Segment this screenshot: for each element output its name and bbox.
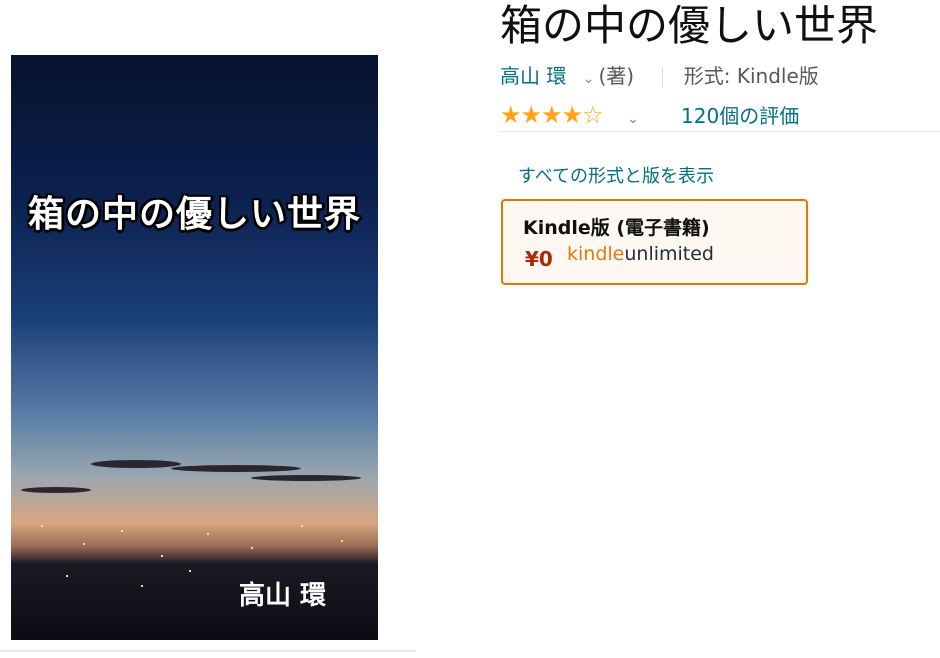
- byline-divider: [662, 67, 664, 88]
- cover-cloud: [251, 475, 361, 481]
- city-light: [251, 547, 253, 549]
- ku-unlimited-text: unlimited: [624, 243, 714, 265]
- author-link[interactable]: 高山 環: [500, 64, 566, 88]
- product-title: 箱の中の優しい世界: [500, 1, 879, 50]
- cover-author: 高山 環: [238, 581, 326, 611]
- city-light: [141, 585, 143, 587]
- cover-cloud: [21, 487, 91, 493]
- format-price: ¥0: [525, 247, 553, 271]
- format-card-kindle[interactable]: Kindle版 (電子書籍) ¥0 kindleunlimited: [501, 199, 808, 285]
- ku-kindle-text: kindle: [567, 243, 625, 265]
- byline: 高山 環 ⌄ (著) 形式: Kindle版: [500, 60, 819, 89]
- kindle-unlimited-logo: kindleunlimited: [567, 243, 714, 265]
- city-light: [161, 555, 163, 557]
- ratings-count-link[interactable]: 120個の評価: [681, 104, 799, 128]
- book-cover-image[interactable]: 箱の中の優しい世界 高山 環: [11, 55, 378, 640]
- all-formats-link[interactable]: すべての形式と版を表示: [518, 162, 714, 188]
- city-light: [66, 575, 68, 577]
- city-light: [341, 540, 343, 542]
- cover-baseline: [0, 650, 416, 652]
- format-label: 形式: Kindle版: [683, 64, 819, 88]
- city-light: [83, 543, 85, 545]
- chevron-down-icon[interactable]: ⌄: [583, 71, 595, 87]
- author-role: (著): [598, 64, 635, 88]
- cover-cloud: [171, 465, 301, 472]
- rating-row: ★★★★☆ ⌄ 120個の評価: [500, 100, 799, 129]
- chevron-down-icon[interactable]: ⌄: [627, 111, 639, 127]
- city-light: [121, 530, 123, 532]
- city-light: [41, 525, 43, 527]
- cover-title: 箱の中の優しい世界: [27, 194, 361, 235]
- city-light: [301, 525, 303, 527]
- star-rating-icon[interactable]: ★★★★☆: [500, 101, 604, 129]
- divider: [500, 131, 940, 132]
- cover-cloud: [91, 460, 181, 468]
- format-name: Kindle版 (電子書籍): [523, 217, 710, 239]
- city-light: [207, 533, 209, 535]
- city-light: [189, 570, 191, 572]
